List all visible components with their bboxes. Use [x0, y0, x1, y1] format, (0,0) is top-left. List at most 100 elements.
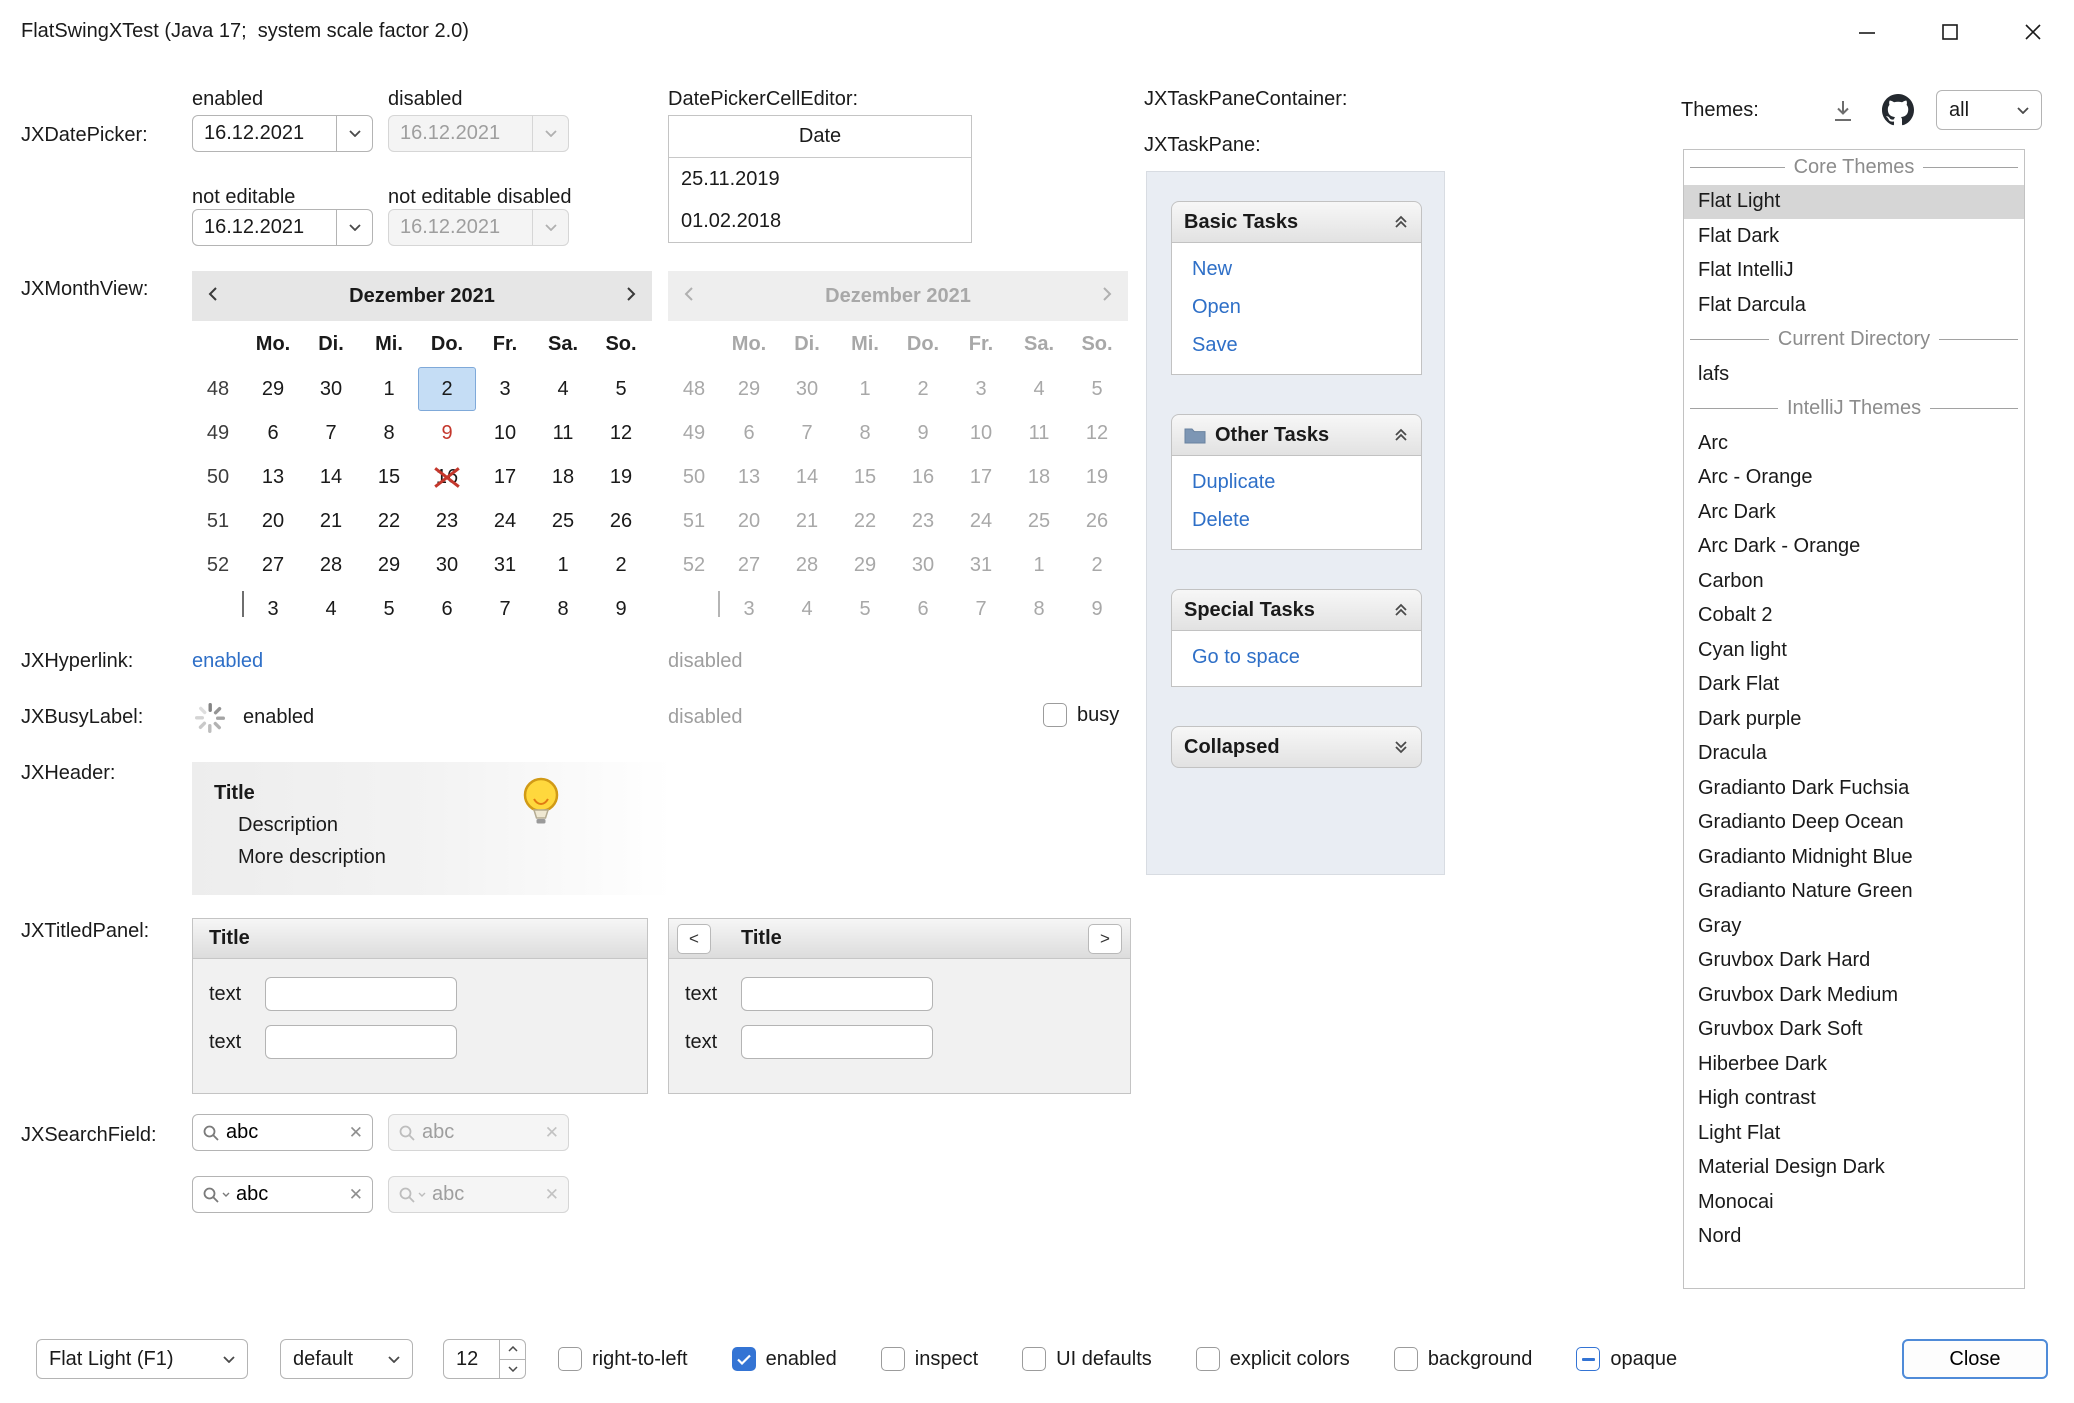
theme-list-item[interactable]: Hiberbee Dark — [1684, 1047, 2024, 1082]
checkbox-background[interactable]: background — [1394, 1347, 1533, 1371]
theme-list-item[interactable]: Light Flat — [1684, 1116, 2024, 1151]
checkbox-ui-defaults[interactable]: UI defaults — [1022, 1347, 1152, 1371]
checkbox-box[interactable] — [732, 1347, 756, 1371]
theme-list-item[interactable]: Cyan light — [1684, 633, 2024, 668]
download-icon[interactable] — [1830, 98, 1856, 130]
taskpane-header[interactable]: Basic Tasks — [1171, 201, 1422, 243]
theme-list-item[interactable]: Arc Dark — [1684, 495, 2024, 530]
checkbox-box[interactable] — [881, 1347, 905, 1371]
theme-list-item[interactable]: Gruvbox Dark Medium — [1684, 978, 2024, 1013]
calendar-day[interactable]: 7 — [302, 411, 360, 455]
theme-list-item[interactable]: Dracula — [1684, 737, 2024, 772]
calendar-day[interactable]: 9 — [592, 587, 650, 631]
theme-list-item[interactable]: Material Design Dark — [1684, 1151, 2024, 1186]
calendar-day[interactable]: 18 — [534, 455, 592, 499]
hyperlink-enabled[interactable]: enabled — [192, 650, 263, 673]
theme-list-item[interactable]: Gradianto Dark Fuchsia — [1684, 771, 2024, 806]
theme-list-item[interactable]: Flat Darcula — [1684, 288, 2024, 323]
calendar-day[interactable]: 19 — [592, 455, 650, 499]
taskpane-link[interactable]: Save — [1192, 334, 1421, 357]
close-window-button[interactable] — [1991, 0, 2074, 63]
search-field-with-menu-enabled[interactable]: ✕ — [192, 1176, 373, 1213]
datepicker-value[interactable]: 16.12.2021 — [193, 122, 336, 145]
checkbox-box[interactable] — [1043, 703, 1067, 727]
theme-list-item[interactable]: Gruvbox Dark Hard — [1684, 944, 2024, 979]
theme-filter-combo[interactable]: all — [1936, 90, 2042, 130]
calendar-day[interactable]: 13 — [244, 455, 302, 499]
theme-list-item[interactable]: lafs — [1684, 357, 2024, 392]
taskpane-link[interactable]: Duplicate — [1192, 471, 1421, 494]
calendar-day[interactable]: 2 — [418, 367, 476, 411]
search-input[interactable] — [226, 1121, 343, 1144]
calendar-day[interactable]: 25 — [534, 499, 592, 543]
theme-list-item[interactable]: Dark Flat — [1684, 668, 2024, 703]
calendar-day[interactable]: 3 — [244, 587, 302, 631]
taskpane-link[interactable]: Delete — [1192, 509, 1421, 532]
checkbox-box[interactable] — [1394, 1347, 1418, 1371]
github-icon[interactable] — [1882, 94, 1914, 132]
taskpane-header[interactable]: Collapsed — [1171, 726, 1422, 768]
calendar-day[interactable]: 29 — [244, 367, 302, 411]
checkbox-inspect[interactable]: inspect — [881, 1347, 978, 1371]
calendar-day[interactable]: 10 — [476, 411, 534, 455]
checkbox-box[interactable] — [1022, 1347, 1046, 1371]
calendar-day[interactable]: 6 — [418, 587, 476, 631]
clear-icon[interactable]: ✕ — [349, 1185, 363, 1205]
theme-list-item[interactable]: Gradianto Deep Ocean — [1684, 806, 2024, 841]
theme-list-item[interactable]: Monocai — [1684, 1185, 2024, 1220]
theme-list[interactable]: Core ThemesFlat LightFlat DarkFlat Intel… — [1683, 149, 2025, 1289]
minimize-button[interactable] — [1825, 0, 1908, 63]
checkbox-explicit-colors[interactable]: explicit colors — [1196, 1347, 1350, 1371]
font-size-spinner[interactable]: 12 — [443, 1339, 526, 1379]
datepicker-enabled[interactable]: 16.12.2021 — [192, 115, 373, 152]
calendar-dropdown-button[interactable] — [336, 210, 372, 245]
font-size-value[interactable]: 12 — [444, 1348, 499, 1371]
taskpane-link[interactable]: Open — [1192, 296, 1421, 319]
font-combo[interactable]: default — [280, 1339, 413, 1379]
theme-list-item[interactable]: Flat IntelliJ — [1684, 254, 2024, 289]
text-field[interactable] — [741, 977, 933, 1011]
calendar-day[interactable]: 22 — [360, 499, 418, 543]
theme-list-item[interactable]: Gruvbox Dark Soft — [1684, 1013, 2024, 1048]
checkbox-box[interactable] — [1196, 1347, 1220, 1371]
calendar-day[interactable]: 4 — [302, 587, 360, 631]
calendar-day[interactable]: 12 — [592, 411, 650, 455]
theme-list-item[interactable]: Cobalt 2 — [1684, 599, 2024, 634]
theme-list-item[interactable]: Flat Dark — [1684, 219, 2024, 254]
calendar-day[interactable]: 27 — [244, 543, 302, 587]
calendar-day[interactable]: 29 — [360, 543, 418, 587]
theme-list-item[interactable]: Dark purple — [1684, 702, 2024, 737]
calendar-day[interactable]: 28 — [302, 543, 360, 587]
text-field[interactable] — [265, 977, 457, 1011]
maximize-button[interactable] — [1908, 0, 1991, 63]
calendar-day[interactable]: 9 — [418, 411, 476, 455]
calendar-day[interactable]: 20 — [244, 499, 302, 543]
calendar-day[interactable]: 21 — [302, 499, 360, 543]
taskpane-link[interactable]: New — [1192, 258, 1421, 281]
next-month-button[interactable] — [626, 285, 636, 308]
checkbox-box[interactable] — [1576, 1347, 1600, 1371]
search-dropdown-icon[interactable] — [202, 1186, 230, 1204]
calendar-day[interactable]: 1 — [534, 543, 592, 587]
calendar-day[interactable]: 2 — [592, 543, 650, 587]
prev-month-button[interactable] — [208, 285, 218, 308]
calendar-day[interactable]: 31 — [476, 543, 534, 587]
calendar-day[interactable]: 15 — [360, 455, 418, 499]
panel-prev-button[interactable]: < — [677, 924, 711, 954]
spinner-down-button[interactable] — [500, 1359, 525, 1379]
theme-list-item[interactable]: Gray — [1684, 909, 2024, 944]
text-field[interactable] — [741, 1025, 933, 1059]
calendar-day[interactable]: 26 — [592, 499, 650, 543]
date-table[interactable]: Date 25.11.201901.02.2018 — [668, 115, 972, 243]
laf-combo[interactable]: Flat Light (F1) — [36, 1339, 248, 1379]
search-input[interactable] — [236, 1183, 343, 1206]
theme-list-item[interactable]: Carbon — [1684, 564, 2024, 599]
close-button[interactable]: Close — [1902, 1339, 2048, 1379]
table-row[interactable]: 25.11.2019 — [669, 158, 971, 200]
checkbox-right-to-left[interactable]: right-to-left — [558, 1347, 688, 1371]
theme-list-item[interactable]: Arc - Orange — [1684, 461, 2024, 496]
search-field-enabled[interactable]: ✕ — [192, 1114, 373, 1151]
calendar-day[interactable]: 3 — [476, 367, 534, 411]
calendar-day[interactable]: 30 — [418, 543, 476, 587]
calendar-day[interactable]: 5 — [592, 367, 650, 411]
